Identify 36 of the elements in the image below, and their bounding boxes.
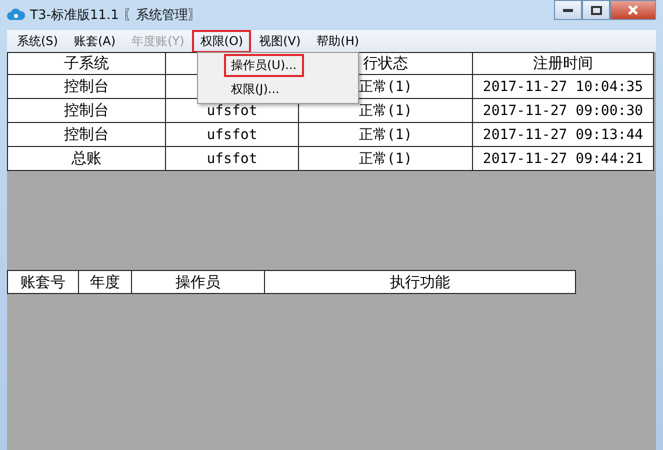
column-header: 行状态 — [363, 54, 408, 72]
table-cell: 控制台 — [64, 125, 109, 143]
table-cell: 2017-11-27 10:04:35 — [482, 78, 644, 94]
minimize-button[interactable] — [554, 0, 582, 20]
cloud-icon — [7, 7, 25, 23]
column-header: 操作员 — [176, 272, 220, 290]
table-cell: 2017-11-27 09:00:30 — [482, 102, 644, 118]
window-title: T3-标准版11.1 〖系统管理〗 — [30, 7, 201, 24]
table-cell: 总账 — [72, 149, 102, 167]
table-cell: ufsfot — [206, 102, 258, 118]
table-cell: 正常(1) — [358, 78, 412, 94]
table-cell: ufsfot — [206, 150, 258, 166]
table-cell: 2017-11-27 09:44:21 — [482, 150, 644, 166]
table-cell: 控制台 — [64, 77, 109, 95]
close-icon — [627, 5, 639, 15]
table-cell: 2017-11-27 09:13:44 — [482, 126, 644, 142]
menu-item[interactable]: 帮助(H) — [308, 30, 368, 52]
column-header: 注册时间 — [533, 54, 593, 72]
menu-item[interactable]: 账套(A) — [66, 30, 124, 52]
menu-option[interactable]: 操作员(U)... — [224, 54, 304, 77]
menu-item[interactable]: 视图(V) — [251, 30, 309, 52]
table-cell: 正常(1) — [358, 150, 412, 166]
minimize-icon — [563, 8, 573, 12]
table-cell: 控制台 — [64, 101, 109, 119]
menu-item[interactable]: 系统(S) — [9, 30, 66, 52]
table-cell: ufsfot — [206, 126, 258, 142]
table-cell: 正常(1) — [358, 126, 412, 142]
close-button[interactable] — [610, 0, 656, 20]
column-header: 执行功能 — [390, 272, 450, 290]
maximize-icon — [590, 6, 602, 14]
column-header: 账套号 — [20, 272, 66, 290]
table-cell: 正常(1) — [358, 102, 412, 118]
menu-option[interactable]: 权限(J)... — [224, 78, 286, 101]
column-header: 子系统 — [64, 54, 109, 72]
maximize-button[interactable] — [582, 0, 610, 20]
column-header: 年度 — [90, 272, 120, 290]
